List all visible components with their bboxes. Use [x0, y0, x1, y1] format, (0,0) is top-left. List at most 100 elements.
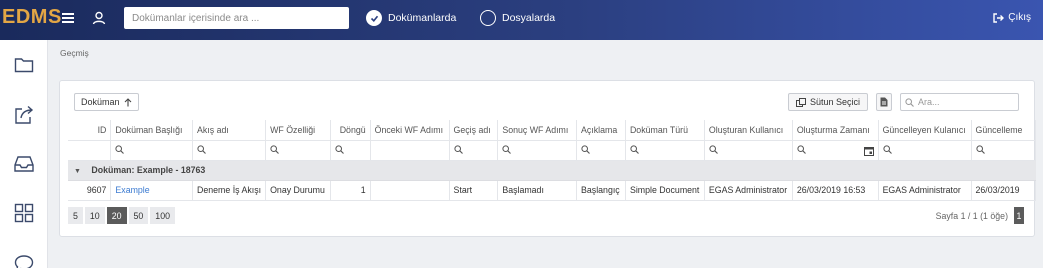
col-header-description[interactable]: Açıklama: [576, 120, 626, 141]
grid-search-input[interactable]: [918, 97, 1013, 107]
page-size-50[interactable]: 50: [128, 207, 149, 224]
search-icon: [581, 144, 590, 154]
search-icon: [797, 144, 806, 154]
col-header-title[interactable]: Doküman Başlığı: [110, 120, 194, 141]
cell-title-link[interactable]: Example: [110, 180, 194, 201]
search-icon: [502, 144, 512, 154]
grid-icon: [14, 203, 34, 223]
export-file-icon: [880, 97, 888, 107]
search-icon: [453, 144, 463, 154]
col-header-updated-by[interactable]: Güncelleyen Kulanıcı: [878, 120, 972, 141]
group-row[interactable]: ▼ Doküman: Example - 18763: [68, 160, 1036, 181]
page-size-100[interactable]: 100: [150, 207, 175, 224]
cell-created-by: EGAS Administrator: [704, 180, 793, 201]
document-search-input[interactable]: [124, 7, 349, 29]
checkmark-icon: [366, 10, 382, 26]
search-icon: [882, 144, 892, 154]
app-logo[interactable]: EDMS: [2, 6, 62, 29]
columns-icon: [795, 97, 806, 107]
filter-cell-id[interactable]: [68, 140, 112, 161]
filter-cell-prev-step[interactable]: [370, 140, 450, 161]
page-size-5[interactable]: 5: [68, 207, 83, 224]
filter-cell[interactable]: [265, 140, 331, 161]
comment-icon: [14, 255, 34, 268]
radio-documents[interactable]: Dokümanlarda: [366, 9, 456, 27]
radio-circle-icon: [480, 10, 496, 26]
cell-created-at: 26/03/2019 16:53: [792, 180, 879, 201]
folder-icon: [14, 58, 34, 73]
filter-cell-date[interactable]: [792, 140, 879, 161]
group-by-chip[interactable]: Doküman: [74, 93, 139, 111]
col-header-created-by[interactable]: Oluşturan Kullanıcı: [704, 120, 793, 141]
search-icon: [115, 144, 125, 154]
filter-cell[interactable]: [449, 140, 499, 161]
calendar-icon[interactable]: [863, 146, 874, 156]
radio-files[interactable]: Dosyalarda: [480, 9, 555, 27]
history-table: ID Doküman Başlığı Akış adı WF Özelliği …: [68, 120, 1036, 201]
header-row: ID Doküman Başlığı Akış adı WF Özelliği …: [68, 120, 1036, 141]
share-icon: [15, 105, 34, 124]
col-header-transition[interactable]: Geçiş adı: [449, 120, 499, 141]
page-size-selector: 5 10 20 50 100: [68, 207, 175, 224]
cell-updated-at: 26/03/2019: [971, 180, 1036, 201]
search-icon: [270, 144, 279, 154]
search-icon: [709, 144, 718, 154]
arrow-up-icon: [124, 97, 131, 106]
filter-cell[interactable]: [704, 140, 793, 161]
filter-cell[interactable]: [330, 140, 371, 161]
col-header-doc-type[interactable]: Doküman Türü: [625, 120, 705, 141]
sidebar-item-inbox[interactable]: [13, 153, 35, 175]
cell-description: Başlangıç: [576, 180, 626, 201]
collapse-caret-icon[interactable]: ▼: [74, 168, 81, 175]
filter-cell[interactable]: [110, 140, 194, 161]
search-icon: [197, 144, 206, 154]
filter-cell[interactable]: [576, 140, 626, 161]
column-chooser-label: Sütun Seçici: [809, 97, 861, 107]
filter-cell[interactable]: [497, 140, 578, 161]
table-row[interactable]: 9607 Example Deneme İş Akışı Onay Durumu…: [68, 180, 1036, 201]
radio-files-label: Dosyalarda: [502, 12, 556, 24]
inbox-icon: [14, 156, 34, 172]
col-header-id[interactable]: ID: [68, 120, 112, 141]
user-icon[interactable]: [92, 11, 106, 25]
cell-transition: Start: [449, 180, 499, 201]
col-header-created-at[interactable]: Oluşturma Zamanı: [792, 120, 879, 141]
search-icon: [335, 144, 344, 154]
search-icon: [905, 97, 914, 107]
sidebar-item-share[interactable]: [13, 104, 35, 126]
page-size-10[interactable]: 10: [84, 207, 105, 224]
history-table-wrapper: ID Doküman Başlığı Akış adı WF Özelliği …: [68, 120, 1036, 202]
column-chooser-button[interactable]: Sütun Seçici: [788, 93, 868, 111]
grid-search-box[interactable]: [900, 93, 1019, 111]
filter-cell[interactable]: [192, 140, 267, 161]
group-by-label: Doküman: [81, 97, 120, 107]
logout-icon: [993, 12, 1005, 23]
top-bar: EDMS Dokümanlarda Dosyalarda Çıkış: [0, 0, 1043, 40]
menu-icon[interactable]: [62, 13, 74, 23]
filter-cell[interactable]: [971, 140, 1036, 161]
col-header-updated-at[interactable]: Güncelleme: [971, 120, 1036, 141]
sidebar-item-comments[interactable]: [13, 252, 35, 268]
export-button[interactable]: [876, 93, 892, 111]
sidebar-item-folders[interactable]: [13, 54, 35, 76]
page-info: Sayfa 1 / 1 (1 öğe): [935, 211, 1008, 221]
page-size-20[interactable]: 20: [106, 207, 127, 224]
sidebar-item-apps[interactable]: [13, 202, 35, 224]
page-button-1[interactable]: 1: [1014, 207, 1024, 224]
filter-cell[interactable]: [878, 140, 972, 161]
filter-cell[interactable]: [625, 140, 705, 161]
col-header-result-step[interactable]: Sonuç WF Adımı: [497, 120, 578, 141]
col-header-cycle[interactable]: Döngü: [330, 120, 371, 141]
col-header-flow[interactable]: Akış adı: [192, 120, 267, 141]
cell-id: 9607: [68, 180, 112, 201]
cell-result-step: Başlamadı: [497, 180, 578, 201]
cell-flow: Deneme İş Akışı: [192, 180, 267, 201]
cell-wf-property: Onay Durumu: [265, 180, 331, 201]
group-row-label: Doküman: Example - 18763: [91, 165, 206, 175]
logout-label: Çıkış: [1008, 12, 1031, 23]
radio-documents-label: Dokümanlarda: [388, 12, 457, 24]
breadcrumb[interactable]: Geçmiş: [60, 48, 89, 58]
col-header-wf-property[interactable]: WF Özelliği: [265, 120, 331, 141]
col-header-prev-step[interactable]: Önceki WF Adımı: [370, 120, 450, 141]
logout-button[interactable]: Çıkış: [993, 12, 1031, 23]
